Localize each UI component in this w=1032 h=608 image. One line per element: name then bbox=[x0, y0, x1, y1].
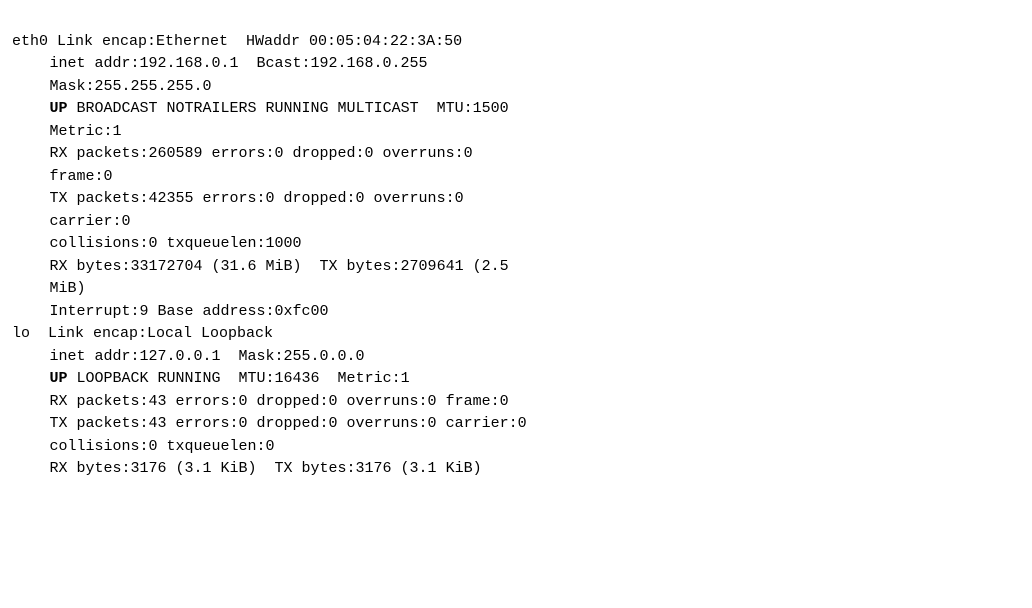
indent-space bbox=[12, 233, 50, 256]
terminal-output: eth0 Link encap:Ethernet HWaddr 00:05:04… bbox=[12, 8, 1020, 481]
terminal-line: inet addr:127.0.0.1 Mask:255.0.0.0 bbox=[12, 346, 1020, 369]
indent-space bbox=[12, 256, 50, 279]
terminal-line: lo Link encap:Local Loopback bbox=[12, 323, 1020, 346]
terminal-text: inet addr:127.0.0.1 Mask:255.0.0.0 bbox=[50, 348, 365, 365]
terminal-line: collisions:0 txqueuelen:0 bbox=[12, 436, 1020, 459]
terminal-text: lo Link encap:Local Loopback bbox=[12, 325, 273, 342]
indent-space bbox=[12, 436, 50, 459]
indent-space bbox=[12, 166, 50, 189]
terminal-text: RX packets:43 errors:0 dropped:0 overrun… bbox=[50, 393, 509, 410]
indent-space bbox=[12, 413, 50, 436]
terminal-text: carrier:0 bbox=[50, 213, 131, 230]
terminal-line: RX bytes:33172704 (31.6 MiB) TX bytes:27… bbox=[12, 256, 1020, 279]
terminal-line: MiB) bbox=[12, 278, 1020, 301]
terminal-line: RX packets:43 errors:0 dropped:0 overrun… bbox=[12, 391, 1020, 414]
terminal-text: RX bytes:33172704 (31.6 MiB) TX bytes:27… bbox=[50, 258, 509, 275]
terminal-text: Interrupt:9 Base address:0xfc00 bbox=[50, 303, 329, 320]
terminal-line: carrier:0 bbox=[12, 211, 1020, 234]
indent-space bbox=[12, 391, 50, 414]
terminal-text: RX bytes:3176 (3.1 KiB) TX bytes:3176 (3… bbox=[50, 460, 482, 477]
terminal-line: collisions:0 txqueuelen:1000 bbox=[12, 233, 1020, 256]
terminal-line: RX bytes:3176 (3.1 KiB) TX bytes:3176 (3… bbox=[12, 458, 1020, 481]
indent-space bbox=[12, 301, 50, 324]
terminal-text: UP bbox=[50, 370, 68, 387]
terminal-text: TX packets:43 errors:0 dropped:0 overrun… bbox=[50, 415, 527, 432]
terminal-line: frame:0 bbox=[12, 166, 1020, 189]
terminal-text: Mask:255.255.255.0 bbox=[50, 78, 212, 95]
indent-space bbox=[12, 53, 50, 76]
terminal-line: inet addr:192.168.0.1 Bcast:192.168.0.25… bbox=[12, 53, 1020, 76]
indent-space bbox=[12, 98, 50, 121]
terminal-line: Metric:1 bbox=[12, 121, 1020, 144]
terminal-text: collisions:0 txqueuelen:0 bbox=[50, 438, 275, 455]
terminal-text: Metric:1 bbox=[50, 123, 122, 140]
terminal-text: UP bbox=[50, 100, 68, 117]
indent-space bbox=[12, 143, 50, 166]
terminal-text: LOOPBACK RUNNING MTU:16436 Metric:1 bbox=[68, 370, 410, 387]
terminal-line: Mask:255.255.255.0 bbox=[12, 76, 1020, 99]
indent-space bbox=[12, 368, 50, 391]
terminal-text: BROADCAST NOTRAILERS RUNNING MULTICAST M… bbox=[68, 100, 509, 117]
terminal-line: RX packets:260589 errors:0 dropped:0 ove… bbox=[12, 143, 1020, 166]
terminal-text: TX packets:42355 errors:0 dropped:0 over… bbox=[50, 190, 464, 207]
terminal-line: UP LOOPBACK RUNNING MTU:16436 Metric:1 bbox=[12, 368, 1020, 391]
terminal-text: inet addr:192.168.0.1 Bcast:192.168.0.25… bbox=[50, 55, 428, 72]
terminal-line: TX packets:42355 errors:0 dropped:0 over… bbox=[12, 188, 1020, 211]
terminal-text: MiB) bbox=[50, 280, 86, 297]
terminal-text: eth0 Link encap:Ethernet HWaddr 00:05:04… bbox=[12, 33, 462, 50]
terminal-line: UP BROADCAST NOTRAILERS RUNNING MULTICAS… bbox=[12, 98, 1020, 121]
terminal-text: RX packets:260589 errors:0 dropped:0 ove… bbox=[50, 145, 473, 162]
terminal-text: collisions:0 txqueuelen:1000 bbox=[50, 235, 302, 252]
indent-space bbox=[12, 121, 50, 144]
indent-space bbox=[12, 278, 50, 301]
terminal-line: TX packets:43 errors:0 dropped:0 overrun… bbox=[12, 413, 1020, 436]
indent-space bbox=[12, 76, 50, 99]
terminal-line: eth0 Link encap:Ethernet HWaddr 00:05:04… bbox=[12, 31, 1020, 54]
indent-space bbox=[12, 188, 50, 211]
indent-space bbox=[12, 346, 50, 369]
indent-space bbox=[12, 458, 50, 481]
terminal-line: Interrupt:9 Base address:0xfc00 bbox=[12, 301, 1020, 324]
indent-space bbox=[12, 211, 50, 234]
terminal-text: frame:0 bbox=[50, 168, 113, 185]
